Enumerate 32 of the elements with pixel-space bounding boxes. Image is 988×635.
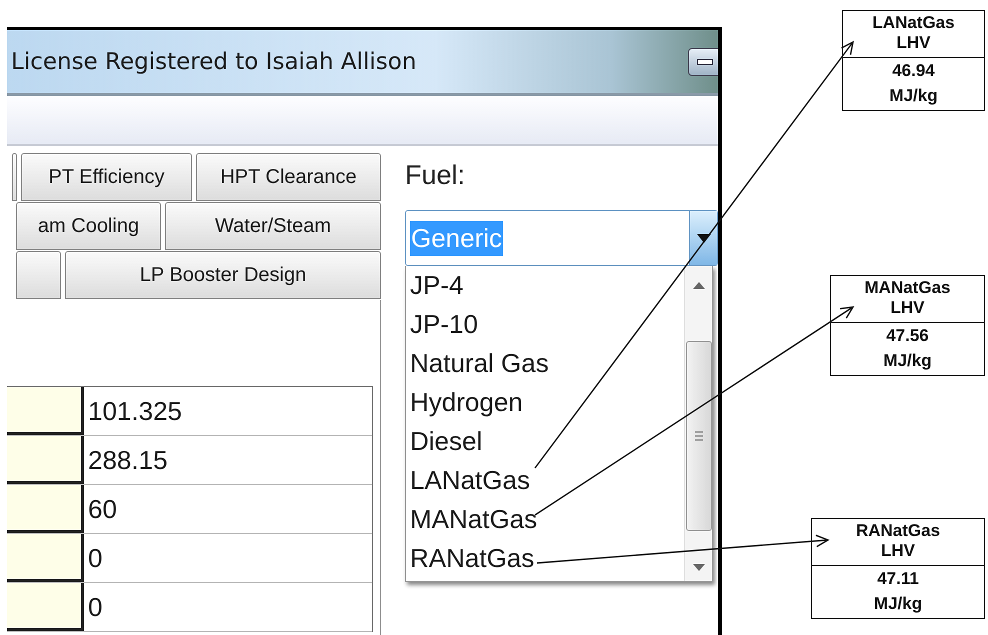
dropdown-option[interactable]: LANatGas	[410, 461, 684, 500]
dropdown-option[interactable]: Diesel	[410, 422, 684, 461]
unit-text: MJ/kg	[883, 351, 932, 371]
dropdown-option[interactable]: Natural Gas	[410, 344, 684, 383]
fuel-label: Fuel:	[405, 160, 466, 192]
value-text: 47.11	[877, 569, 919, 589]
tab[interactable]: am Cooling	[16, 202, 161, 250]
unit-text: MJ/kg	[874, 594, 922, 614]
table-cell[interactable]: 0	[84, 534, 372, 582]
dropdown-option[interactable]: Hydrogen	[410, 383, 684, 422]
window-title: License Registered to Isaiah Allison	[10, 48, 416, 74]
unit-text: MJ/kg	[889, 86, 938, 106]
table-cell[interactable]: 60	[84, 485, 372, 533]
dropdown-option[interactable]: MANatGas	[410, 500, 684, 539]
tab[interactable]: Water/Steam	[165, 202, 381, 250]
fuel-name: MANatGas	[864, 278, 950, 298]
table-cell[interactable]: 0	[84, 583, 372, 631]
property-label: LHV	[881, 541, 915, 561]
dropdown-option[interactable]: JP-4	[410, 266, 684, 305]
fuel-name: RANatGas	[856, 521, 940, 541]
value-text: 47.56	[886, 326, 929, 346]
dropdown-option[interactable]: JP-10	[410, 305, 684, 344]
tab[interactable]: LP Booster Design	[65, 251, 381, 299]
property-label: LHV	[890, 298, 924, 318]
tab[interactable]: HPT Clearance	[196, 153, 381, 201]
table-cell[interactable]: 101.325	[84, 387, 372, 435]
property-label: LHV	[896, 33, 930, 53]
value-text: 46.94	[892, 61, 935, 81]
dropdown-option[interactable]: RANatGas	[410, 539, 684, 578]
table-cell[interactable]: 288.15	[84, 436, 372, 484]
tab[interactable]: PT Efficiency	[21, 153, 192, 201]
fuel-name: LANatGas	[872, 13, 955, 33]
